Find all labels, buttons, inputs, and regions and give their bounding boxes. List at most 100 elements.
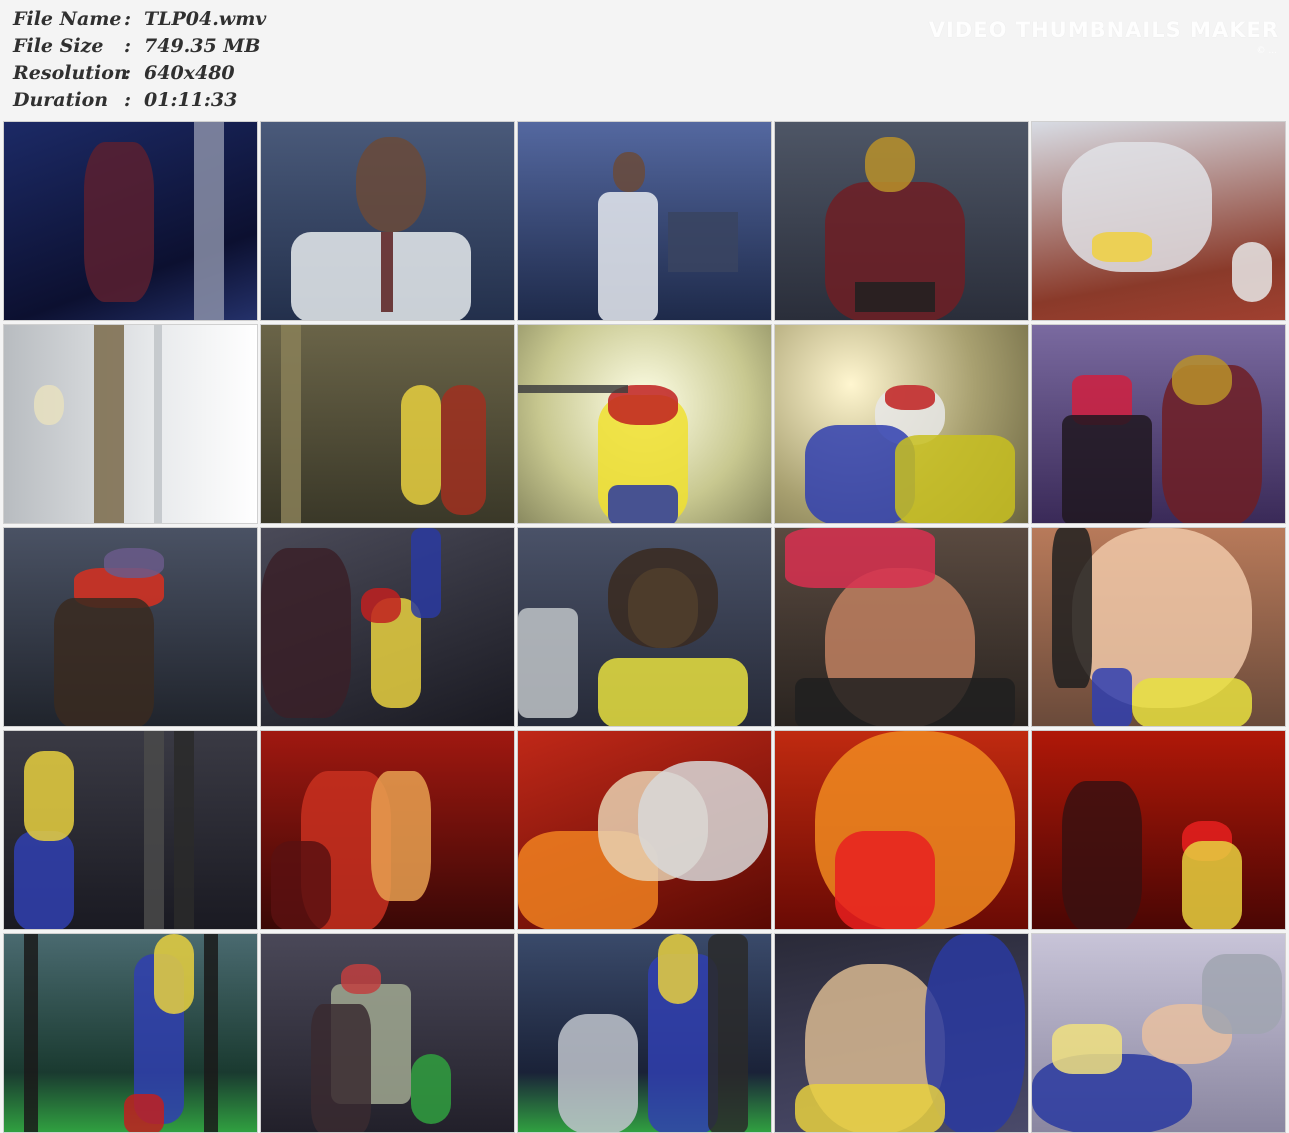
frame-scene-shape bbox=[441, 385, 486, 515]
frame-scene-shape bbox=[194, 122, 224, 320]
frame-scene-shape bbox=[261, 548, 351, 718]
frame-scene-shape bbox=[94, 325, 124, 523]
frame-scene-shape bbox=[14, 831, 74, 929]
frame-scene-shape bbox=[204, 934, 218, 1132]
frame-scene-shape bbox=[356, 137, 426, 232]
frame-scene-shape bbox=[411, 1054, 451, 1124]
frame-scene-shape bbox=[608, 548, 718, 648]
frame-scene-shape bbox=[613, 152, 645, 192]
frame-scene-shape bbox=[855, 282, 935, 312]
resolution-value: 640x480 bbox=[144, 62, 235, 84]
frame-scene-shape bbox=[668, 212, 738, 272]
frame-scene-shape bbox=[558, 1014, 638, 1132]
frame-scene-shape bbox=[54, 598, 154, 726]
frame-scene-shape bbox=[865, 137, 915, 192]
frame-scene-shape bbox=[1052, 1024, 1122, 1074]
frame-scene-shape bbox=[1132, 678, 1252, 726]
video-frame-thumbnail bbox=[774, 933, 1029, 1133]
video-frame-thumbnail bbox=[3, 527, 258, 727]
frame-scene-shape bbox=[124, 1094, 164, 1132]
video-frame-thumbnail bbox=[1031, 730, 1286, 930]
file-size-row: File Size : 749.35 MB bbox=[13, 33, 266, 60]
video-frame-thumbnail bbox=[3, 121, 258, 321]
frame-scene-shape bbox=[1172, 355, 1232, 405]
frame-scene-shape bbox=[24, 751, 74, 841]
frame-scene-shape bbox=[154, 325, 162, 523]
duration-value: 01:11:33 bbox=[144, 89, 238, 111]
video-frame-thumbnail bbox=[517, 527, 772, 727]
file-info-block: File Name : TLP04.wmv File Size : 749.35… bbox=[13, 6, 266, 114]
video-frame-thumbnail bbox=[517, 730, 772, 930]
frame-scene-shape bbox=[1062, 781, 1142, 929]
watermark-subtitle: © ... bbox=[1256, 46, 1277, 56]
frame-scene-shape bbox=[708, 934, 748, 1132]
file-size-value: 749.35 MB bbox=[144, 35, 261, 57]
frame-scene-shape bbox=[271, 841, 331, 929]
resolution-row: Resolution : 640x480 bbox=[13, 60, 266, 87]
frame-scene-shape bbox=[518, 385, 628, 393]
frame-scene-shape bbox=[144, 731, 164, 929]
video-frame-thumbnail bbox=[260, 324, 515, 524]
frame-scene-shape bbox=[24, 934, 38, 1132]
video-frame-thumbnail bbox=[774, 324, 1029, 524]
video-frame-thumbnail bbox=[260, 730, 515, 930]
file-size-label: File Size bbox=[13, 35, 104, 57]
frame-scene-shape bbox=[281, 325, 301, 523]
thumbnail-grid bbox=[3, 121, 1286, 1133]
video-frame-thumbnail bbox=[774, 730, 1029, 930]
resolution-label: Resolution bbox=[13, 62, 128, 84]
frame-scene-shape bbox=[154, 934, 194, 1014]
video-frame-thumbnail bbox=[1031, 527, 1286, 727]
frame-scene-shape bbox=[1092, 668, 1132, 726]
frame-scene-shape bbox=[1092, 232, 1152, 262]
frame-scene-shape bbox=[638, 761, 768, 881]
video-frame-thumbnail bbox=[3, 933, 258, 1133]
frame-scene-shape bbox=[795, 678, 1015, 726]
frame-scene-shape bbox=[835, 831, 935, 929]
frame-scene-shape bbox=[795, 1084, 945, 1132]
frame-scene-shape bbox=[895, 435, 1015, 523]
video-frame-thumbnail bbox=[1031, 933, 1286, 1133]
separator: : bbox=[124, 62, 132, 84]
video-frame-thumbnail bbox=[774, 121, 1029, 321]
file-name-label: File Name bbox=[13, 8, 122, 30]
frame-scene-shape bbox=[104, 548, 164, 578]
frame-scene-shape bbox=[1182, 841, 1242, 929]
frame-scene-shape bbox=[341, 964, 381, 994]
frame-scene-shape bbox=[84, 142, 154, 302]
video-frame-thumbnail bbox=[1031, 121, 1286, 321]
video-frame-thumbnail bbox=[517, 121, 772, 321]
frame-scene-shape bbox=[361, 588, 401, 623]
frame-scene-shape bbox=[885, 385, 935, 410]
frame-scene-shape bbox=[371, 771, 431, 901]
separator: : bbox=[124, 8, 132, 30]
video-frame-thumbnail bbox=[774, 527, 1029, 727]
frame-scene-shape bbox=[174, 731, 194, 929]
frame-scene-shape bbox=[411, 528, 441, 618]
frame-scene-shape bbox=[658, 934, 698, 1004]
file-name-row: File Name : TLP04.wmv bbox=[13, 6, 266, 33]
video-frame-thumbnail bbox=[260, 527, 515, 727]
video-frame-thumbnail bbox=[3, 324, 258, 524]
frame-scene-shape bbox=[381, 232, 393, 312]
frame-scene-shape bbox=[311, 1004, 371, 1132]
video-frame-thumbnail bbox=[260, 121, 515, 321]
duration-label: Duration bbox=[13, 89, 109, 111]
frame-scene-shape bbox=[401, 385, 441, 505]
frame-scene-shape bbox=[1202, 954, 1282, 1034]
frame-scene-shape bbox=[34, 385, 64, 425]
frame-scene-shape bbox=[1232, 242, 1272, 302]
frame-scene-shape bbox=[598, 192, 658, 320]
watermark-logo: VIDEO THUMBNAILS MAKER bbox=[928, 18, 1279, 42]
video-frame-thumbnail bbox=[3, 730, 258, 930]
frame-scene-shape bbox=[518, 608, 578, 718]
video-frame-thumbnail bbox=[517, 324, 772, 524]
file-name-value: TLP04.wmv bbox=[144, 8, 267, 30]
frame-scene-shape bbox=[598, 658, 748, 726]
video-frame-thumbnail bbox=[517, 933, 772, 1133]
frame-scene-shape bbox=[1052, 528, 1092, 688]
separator: : bbox=[124, 35, 132, 57]
frame-scene-shape bbox=[608, 485, 678, 523]
frame-scene-shape bbox=[1062, 415, 1152, 523]
frame-scene-shape bbox=[785, 528, 935, 588]
